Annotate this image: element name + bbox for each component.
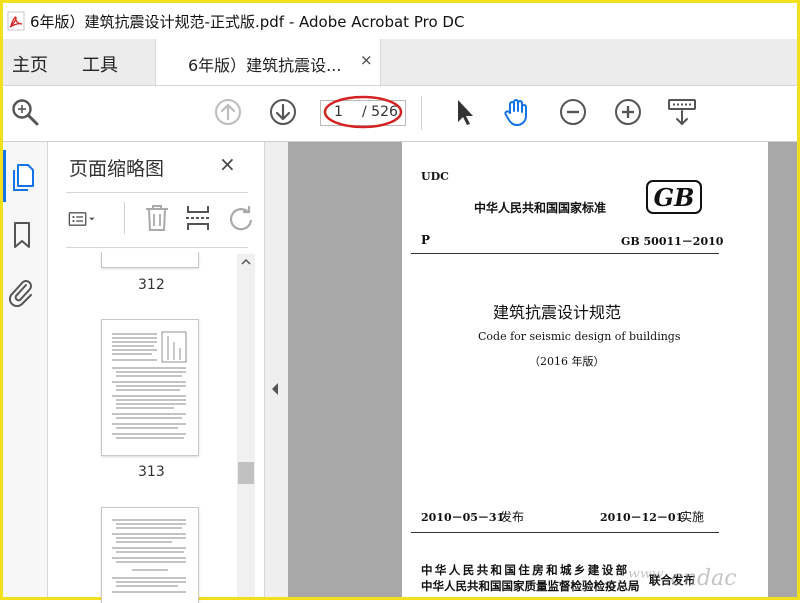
publish-date: 2010－05－31 [421,511,505,524]
panel-divider [66,192,248,193]
panel-title: 页面缩略图 [69,158,165,180]
thumbnail-label-312: 312 [138,277,165,293]
rail-active-indicator [3,150,6,202]
publish-label: 发布 [500,510,525,524]
authority-line-1: 中华人民共和国住房和城乡建设部 [421,563,630,577]
navigation-rail [3,142,48,597]
red-annotation-ellipse [323,95,403,129]
collapse-arrow-icon[interactable] [270,382,280,396]
next-page-icon[interactable] [268,97,298,127]
standard-number: GB 50011－2010 [621,235,724,248]
delete-page-icon[interactable] [142,203,172,233]
gb-logo-graphic: GB [646,180,702,214]
document-edition: （2016 年版） [529,355,605,368]
rotate-page-icon[interactable] [226,203,256,233]
document-title-en: Code for seismic design of buildings [478,330,681,343]
gb-logo: GB [646,180,702,214]
toolbar-separator [421,96,422,130]
acrobat-icon [7,11,25,31]
window-title: 6年版）建筑抗震设计规范-正式版.pdf - Adobe Acrobat Pro… [30,13,465,31]
tab-document[interactable]: 6年版）建筑抗震设... × [155,39,381,85]
effective-label: 实施 [680,510,705,524]
thumbnail-page-313-preview [112,331,187,439]
hand-tool-icon[interactable] [502,97,532,127]
tab-bar: 主页 工具 6年版）建筑抗震设... × [3,39,797,86]
zoom-out-icon[interactable] [558,97,588,127]
issuer-heading: 中华人民共和国国家标准 [474,201,607,215]
effective-date: 2010－12－01 [600,511,684,524]
panel-divider-lower [66,247,248,248]
attachments-icon[interactable] [6,277,36,307]
scroll-mode-icon[interactable] [667,97,697,127]
gb-logo-text: GB [654,183,695,212]
tab-tools[interactable]: 工具 [82,51,118,77]
footer-rule [411,532,719,533]
scrollbar-thumb[interactable] [238,462,254,484]
zoom-in-icon[interactable] [613,97,643,127]
bookmarks-icon[interactable] [7,220,37,250]
thumbnail-options-icon[interactable] [68,204,98,234]
classification-code: P [421,233,431,247]
tab-home[interactable]: 主页 [12,51,48,77]
panel-close-button[interactable]: × [219,152,236,176]
authority-line-2: 中华人民共和国国家质量监督检验检疫总局 [421,579,640,593]
thumbnail-scrollbar[interactable] [237,254,255,597]
thumbnail-page-314[interactable] [101,507,199,603]
udc-label: UDC [421,170,449,183]
previous-page-icon[interactable] [213,97,243,127]
header-rule [411,253,719,254]
watermark-text: ʷʷʷ.cndac [628,566,737,591]
scroll-up-icon[interactable] [240,256,252,268]
document-title-cn: 建筑抗震设计规范 [493,303,622,322]
select-cursor-icon[interactable] [449,97,479,127]
search-icon[interactable] [10,97,40,127]
insert-page-icon[interactable] [183,203,213,233]
thumbnail-page-314-preview [112,519,186,593]
page-thumbnails-icon[interactable] [9,162,39,192]
thumbnail-page-313[interactable] [101,319,199,456]
panel-collapse-strip[interactable] [264,142,288,597]
title-bar: 6年版）建筑抗震设计规范-正式版.pdf - Adobe Acrobat Pro… [3,3,797,39]
thumbnail-page-312[interactable] [101,252,199,268]
document-tab-label: 6年版）建筑抗震设... [188,56,342,75]
thumbnail-label-313: 313 [138,464,165,480]
document-tab-close-button[interactable]: × [360,51,373,69]
panel-toolbar-separator [124,202,125,234]
